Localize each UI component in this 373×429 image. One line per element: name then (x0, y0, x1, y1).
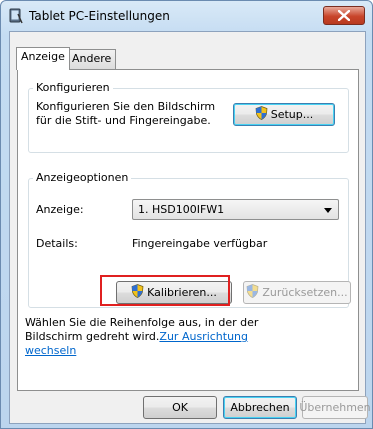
display-select-value: 1. HSD100IFW1 (138, 203, 225, 216)
configure-legend: Konfigurieren (33, 81, 113, 94)
uac-shield-icon (255, 106, 268, 123)
orientation-text-line1: Wählen Sie die Reihenfolge aus, in der d… (25, 316, 259, 329)
close-button[interactable] (323, 6, 365, 25)
configure-text-line2: für die Stift- und Fingereingabe. (36, 114, 211, 127)
details-value: Fingereingabe verfügbar (132, 237, 268, 250)
reset-button[interactable]: Zurücksetzen... (243, 281, 351, 304)
orientation-link[interactable]: Zur Ausrichtung (159, 330, 248, 343)
tab-panel-anzeige: Konfigurieren Konfigurieren Sie den Bild… (17, 69, 359, 391)
tab-anzeige[interactable]: Anzeige (16, 47, 70, 70)
window-title: Tablet PC-Einstellungen (29, 9, 170, 23)
calibrate-highlight-frame (100, 275, 230, 306)
uac-shield-icon (246, 284, 259, 301)
setup-button-label: Setup... (270, 108, 314, 121)
tab-andere[interactable]: Andere (67, 49, 117, 69)
cancel-button[interactable]: Abbrechen (223, 396, 297, 419)
configure-text-line1: Konfigurieren Sie den Bildschirm (36, 100, 216, 113)
ok-button[interactable]: OK (143, 396, 217, 419)
configure-group: Konfigurieren Konfigurieren Sie den Bild… (28, 81, 349, 153)
display-select[interactable]: 1. HSD100IFW1 (132, 199, 339, 220)
reset-button-label: Zurücksetzen... (262, 286, 348, 299)
title-bar[interactable]: Tablet PC-Einstellungen (1, 1, 372, 31)
orientation-text-line2: Bildschirm gedreht wird.Zur Ausrichtung (25, 330, 248, 343)
tablet-pc-icon (9, 8, 23, 24)
display-label: Anzeige: (36, 203, 84, 216)
chevron-down-icon (324, 208, 332, 213)
display-options-legend: Anzeigeoptionen (33, 171, 132, 184)
close-icon (338, 10, 350, 21)
dialog-client-area: Anzeige Andere Konfigurieren Konfigurier… (9, 31, 371, 424)
setup-button[interactable]: Setup... (233, 103, 335, 126)
apply-button[interactable]: Übernehmen (299, 396, 371, 419)
orientation-text-prefix: Bildschirm gedreht wird. (25, 330, 160, 343)
details-label: Details: (36, 237, 78, 250)
dialog-window: Tablet PC-Einstellungen Anzeige Andere K… (0, 0, 373, 429)
orientation-link-continued[interactable]: wechseln (25, 344, 76, 357)
